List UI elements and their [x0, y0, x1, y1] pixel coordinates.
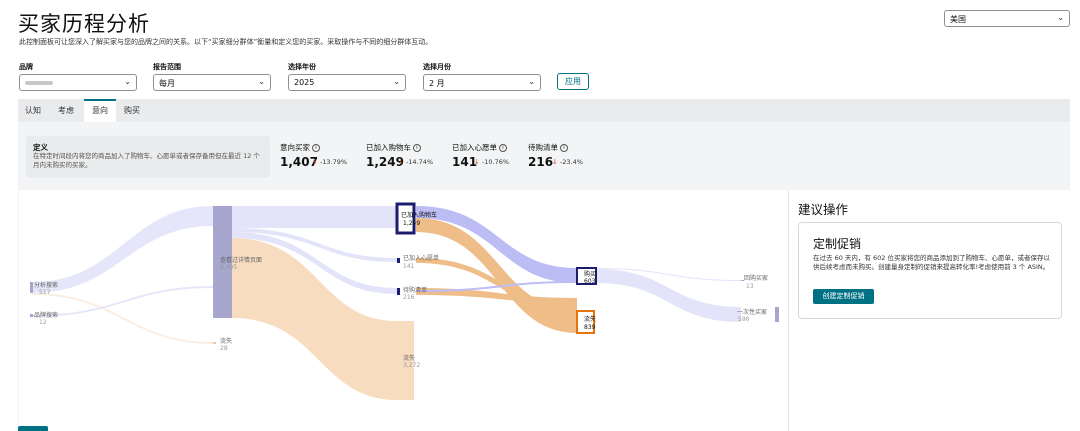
label-lost1: 流失: [220, 337, 232, 345]
metric-label-wishlist: 已加入心愿单 i: [452, 142, 507, 153]
tab-purchase[interactable]: 购买: [117, 99, 147, 122]
value-purchase: 603: [584, 278, 596, 285]
metric-change-savelist: ↓ -23.4%: [552, 158, 583, 166]
brand-select[interactable]: ⌄: [19, 74, 137, 91]
range-label: 报告范围: [153, 63, 181, 71]
label-detail: 查看过详情页面: [220, 256, 262, 264]
label-savelist: 待购清单: [403, 286, 427, 294]
value-lost2: 3,272: [403, 362, 420, 369]
suggested-action-heading: 建议操作: [798, 202, 849, 217]
month-select[interactable]: 2 月 ⌄: [423, 74, 541, 91]
chevron-down-icon: ⌄: [1057, 13, 1064, 22]
node-wishlist[interactable]: [397, 258, 400, 263]
label-lost2: 流失: [403, 354, 415, 362]
label-cart: 已加入购物车: [401, 211, 437, 219]
value-repeat: 13: [746, 283, 754, 290]
value-onetime: 590: [738, 316, 750, 323]
node-lost1[interactable]: [213, 342, 216, 344]
definition-text: 在特定时间段内将您的商品加入了购物车、心愿单或者保存备用但在最近 12 个月内未…: [33, 152, 260, 169]
label-search: 分析搜索: [34, 281, 58, 289]
chevron-down-icon: ⌄: [528, 77, 535, 86]
page-subtitle: 此控制面板可让您深入了解买家与您的品牌之间的关系。以下“买家细分群体”衡量和定义…: [19, 38, 433, 46]
metric-change-intent: ↓ -13.79%: [312, 158, 348, 166]
metric-change-cart: ↓ -14.74%: [398, 158, 434, 166]
chevron-down-icon: ⌄: [393, 77, 400, 86]
range-value: 每月: [159, 79, 175, 88]
info-icon[interactable]: i: [413, 144, 421, 152]
year-label: 选择年份: [288, 63, 316, 71]
flow-detail-cart[interactable]: [232, 206, 397, 228]
info-icon[interactable]: i: [312, 144, 320, 152]
node-savelist[interactable]: [397, 288, 400, 295]
buyer-journey-sankey: 分析搜索 517 品牌搜索 12 查看过详情页面 4,405 流失 28 已加入…: [19, 190, 788, 431]
month-label: 选择月份: [423, 63, 451, 71]
month-value: 2 月: [429, 79, 445, 88]
arrow-down-icon: ↓: [312, 158, 318, 166]
metric-label-savelist: 待购清单 i: [528, 142, 568, 153]
tab-intent[interactable]: 意向: [84, 99, 116, 122]
value-search: 517: [39, 289, 51, 296]
flow-brand-detail[interactable]: [32, 286, 213, 317]
metric-label-cart: 已加入购物车 i: [366, 142, 421, 153]
value-savelist: 216: [403, 294, 415, 301]
year-value: 2025: [294, 78, 315, 87]
value-lost3: 839: [584, 324, 596, 331]
flow-search-detail[interactable]: [32, 206, 213, 293]
marketplace-value: 美国: [950, 15, 966, 24]
value-brand-search: 12: [39, 319, 47, 326]
arrow-down-icon: ↓: [474, 158, 480, 166]
arrow-down-icon: ↓: [552, 158, 558, 166]
value-lost1: 28: [220, 345, 228, 352]
value-wishlist: 141: [403, 263, 415, 270]
chevron-down-icon: ⌄: [124, 77, 131, 86]
metric-change-wishlist: ↓ -10.76%: [474, 158, 510, 166]
metric-value-savelist: 216: [528, 155, 554, 169]
metric-label-intent: 意向买家 i: [280, 142, 320, 153]
stage-tabs: 认知 考虑 意向 购买: [18, 99, 1070, 122]
marketplace-select[interactable]: 美国 ⌄: [944, 10, 1070, 27]
year-select[interactable]: 2025 ⌄: [288, 74, 406, 91]
label-purchase: 购买: [584, 270, 596, 278]
label-onetime: 一次性买家: [737, 308, 767, 316]
feedback-button[interactable]: [18, 426, 48, 431]
flow-purchase-onetime[interactable]: [596, 269, 741, 322]
apply-button[interactable]: 应用: [557, 73, 589, 90]
value-cart: 1,249: [403, 220, 420, 227]
page-title: 买家历程分析: [18, 12, 150, 36]
node-search[interactable]: [30, 282, 33, 293]
flow-detail-lost[interactable]: [32, 293, 213, 344]
label-wishlist: 已加入心愿单: [403, 254, 439, 262]
info-icon[interactable]: i: [560, 144, 568, 152]
brand-label: 品牌: [19, 63, 33, 71]
create-promotion-button[interactable]: 创建定制促销: [813, 289, 874, 304]
label-lost3: 流失: [584, 315, 596, 323]
label-repeat: 回购买家: [744, 274, 768, 282]
label-brand-search: 品牌搜索: [34, 311, 58, 319]
tab-awareness[interactable]: 认知: [18, 99, 48, 122]
brand-redacted: [25, 80, 53, 85]
tab-consideration[interactable]: 考虑: [50, 99, 82, 122]
info-icon[interactable]: i: [499, 144, 507, 152]
chevron-down-icon: ⌄: [258, 77, 265, 86]
value-detail: 4,405: [220, 264, 237, 271]
promo-text: 在过去 60 天内，有 602 位买家将您的商品添加到了购物车、心愿单，或者保存…: [813, 254, 1050, 272]
arrow-down-icon: ↓: [398, 158, 404, 166]
node-brand-search[interactable]: [30, 314, 33, 317]
node-onetime[interactable]: [775, 307, 779, 322]
range-select[interactable]: 每月 ⌄: [153, 74, 271, 91]
promo-title: 定制促销: [813, 237, 862, 251]
